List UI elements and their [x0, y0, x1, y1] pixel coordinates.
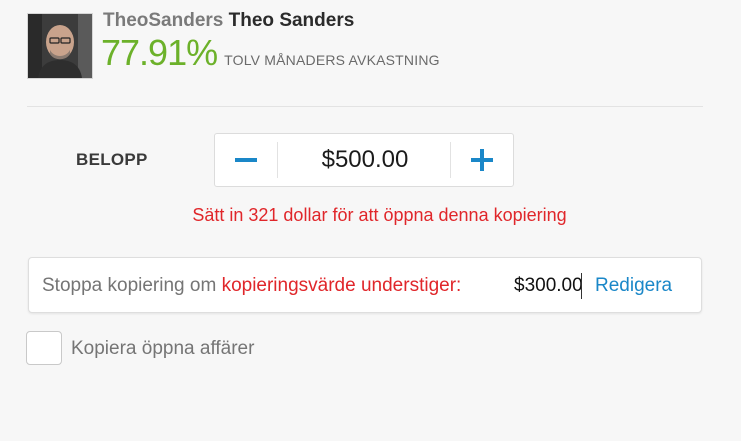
minus-icon [235, 158, 257, 162]
copy-open-trades-label[interactable]: Kopiera öppna affärer [71, 338, 254, 360]
stop-copy-condition: kopieringsvärde understiger: [221, 275, 462, 296]
edit-stop-loss-link[interactable]: Redigera [595, 275, 672, 297]
gain-label: TOLV MÅNADERS AVKASTNING [224, 52, 440, 68]
avatar [27, 13, 93, 79]
amount-input[interactable] [278, 134, 452, 186]
trader-name: TheoSanders Theo Sanders [103, 10, 354, 32]
trader-username[interactable]: TheoSanders [103, 10, 223, 31]
amount-label: BELOPP [76, 150, 148, 169]
stop-copy-text: Stoppa kopiering om kopieringsvärde unde… [42, 275, 461, 297]
stop-loss-value[interactable]: $300.00 [514, 275, 583, 297]
stop-copy-prefix: Stoppa kopiering om [42, 275, 222, 296]
divider [27, 106, 703, 107]
decrease-amount-button[interactable] [215, 134, 277, 186]
gain-value: 77.91% [101, 32, 218, 73]
trader-gain: 77.91% TOLV MÅNADERS AVKASTNING [101, 32, 440, 74]
deposit-message: Sätt in 321 dollar för att öppna denna k… [192, 205, 567, 225]
text-caret [581, 273, 582, 299]
amount-stepper [214, 133, 514, 187]
trader-full-name: Theo Sanders [228, 10, 355, 31]
copy-trader-panel: TheoSanders Theo Sanders 77.91% TOLV MÅN… [0, 0, 741, 441]
plus-icon [471, 149, 493, 171]
copy-open-trades-checkbox[interactable] [26, 331, 62, 365]
increase-amount-button[interactable] [451, 134, 513, 186]
stop-copy-box: Stoppa kopiering om kopieringsvärde unde… [28, 257, 702, 313]
